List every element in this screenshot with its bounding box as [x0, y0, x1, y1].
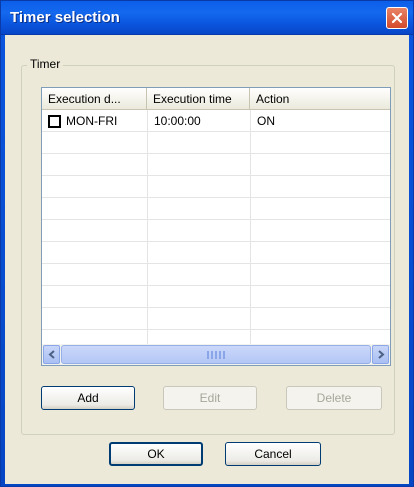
empty-row: [42, 176, 390, 198]
list-header: Execution d... Execution time Action: [42, 88, 390, 110]
empty-row: [42, 308, 390, 330]
window-title: Timer selection: [10, 9, 120, 26]
row-checkbox[interactable]: [48, 115, 61, 128]
scroll-left-button[interactable]: [43, 345, 60, 364]
close-icon: [391, 12, 403, 24]
empty-row: [42, 220, 390, 242]
empty-row: [42, 264, 390, 286]
column-execution-time[interactable]: Execution time: [147, 88, 250, 110]
empty-row: [42, 132, 390, 154]
edit-button[interactable]: Edit: [163, 386, 257, 410]
ok-button[interactable]: OK: [109, 442, 203, 466]
scroll-thumb[interactable]: [61, 345, 371, 364]
cancel-button[interactable]: Cancel: [225, 442, 321, 466]
empty-row: [42, 242, 390, 264]
chevron-right-icon: [377, 350, 385, 359]
delete-button[interactable]: Delete: [286, 386, 382, 410]
timer-list[interactable]: Execution d... Execution time Action MON…: [41, 87, 391, 366]
add-button[interactable]: Add: [41, 386, 135, 410]
row-time: 10:00:00: [154, 114, 201, 128]
timer-group-label: Timer: [27, 57, 64, 71]
scroll-grip-icon: [207, 351, 225, 359]
close-button[interactable]: [386, 7, 408, 29]
row-action: ON: [257, 114, 275, 128]
chevron-left-icon: [47, 350, 55, 359]
empty-row: [42, 198, 390, 220]
column-execution-day[interactable]: Execution d...: [42, 88, 147, 110]
horizontal-scrollbar[interactable]: [42, 344, 390, 365]
column-divider: [250, 110, 251, 344]
timer-selection-window: Timer selection Timer Execution d... Exe…: [0, 0, 414, 487]
column-divider: [147, 110, 148, 344]
title-bar[interactable]: Timer selection: [1, 1, 413, 35]
column-action[interactable]: Action: [250, 88, 390, 110]
table-row[interactable]: MON-FRI 10:00:00 ON: [42, 110, 390, 132]
scroll-right-button[interactable]: [372, 345, 389, 364]
empty-row: [42, 154, 390, 176]
empty-row: [42, 286, 390, 308]
dialog-body: Timer Execution d... Execution time Acti…: [5, 35, 409, 484]
row-day: MON-FRI: [66, 114, 118, 128]
